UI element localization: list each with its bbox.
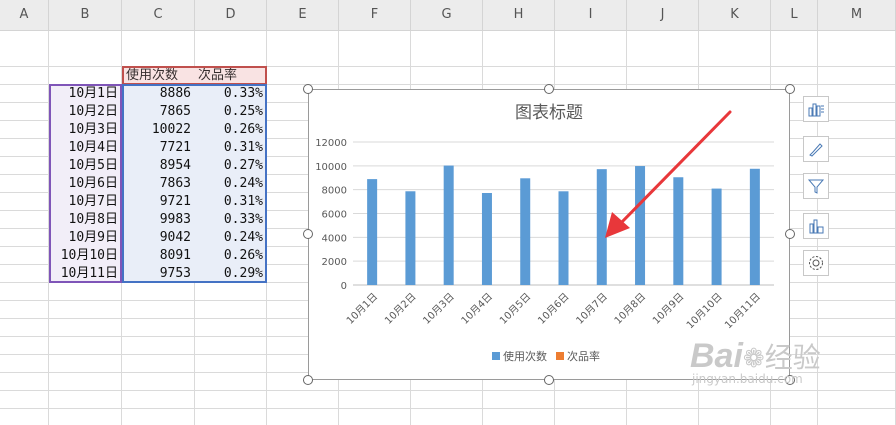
grid-line-horizontal: [0, 390, 896, 391]
resize-handle-left[interactable]: [303, 229, 313, 239]
chart-styles-button[interactable]: [803, 136, 829, 162]
x-tick-label: 10月2日: [382, 291, 418, 327]
column-header-f[interactable]: F: [339, 0, 411, 30]
bar-uses: [520, 178, 531, 285]
filter-icon: [807, 179, 825, 194]
x-tick-label: 10月8日: [612, 291, 648, 327]
legend-label: 次品率: [567, 349, 600, 363]
watermark-url: jingyan.baidu.com: [692, 372, 803, 386]
bar-uses: [711, 188, 722, 285]
bar-uses: [558, 191, 569, 285]
column-header-m[interactable]: M: [818, 0, 896, 30]
column-header-e[interactable]: E: [267, 0, 339, 30]
column-header-a[interactable]: A: [0, 0, 49, 30]
selection-date-range: [49, 84, 122, 283]
column-header-g[interactable]: G: [411, 0, 483, 30]
legend-label: 使用次数: [503, 349, 547, 363]
column-header-j[interactable]: J: [627, 0, 699, 30]
column-header-i[interactable]: I: [555, 0, 627, 30]
chart-elements-button[interactable]: [803, 96, 829, 122]
x-tick-label: 10月10日: [684, 291, 725, 332]
brush-icon: [809, 143, 823, 157]
y-tick-label: 10000: [315, 162, 347, 173]
resize-handle-top-left[interactable]: [303, 84, 313, 94]
selection-values-range: [122, 84, 267, 283]
x-tick-label: 10月5日: [497, 291, 533, 327]
watermark-brand: Bai: [690, 337, 743, 375]
bar-uses: [443, 165, 454, 285]
x-tick-label: 10月4日: [459, 291, 495, 327]
y-tick-label: 12000: [315, 138, 347, 149]
bar-uses: [481, 192, 492, 285]
baidu-watermark: Bai❁经验 jingyan.baidu.com: [690, 336, 821, 386]
x-tick-label: 10月11日: [722, 291, 763, 332]
bar-uses: [596, 169, 607, 285]
paw-icon: ❁: [742, 344, 765, 374]
y-tick-label: 6000: [322, 210, 347, 221]
bar-uses: [635, 166, 646, 285]
selection-header-range: [122, 66, 267, 85]
y-tick-label: 0: [341, 281, 347, 292]
layout-icon: [809, 219, 824, 234]
resize-handle-right[interactable]: [785, 229, 795, 239]
column-header-bar: ABCDEFGHIJKLM: [0, 0, 896, 31]
resize-handle-top[interactable]: [544, 84, 554, 94]
x-tick-label: 10月3日: [421, 291, 457, 327]
column-header-h[interactable]: H: [483, 0, 555, 30]
gear-icon: [809, 256, 823, 270]
bar-uses: [749, 168, 760, 285]
resize-handle-bottom-left[interactable]: [303, 375, 313, 385]
grid-line-horizontal: [0, 408, 896, 409]
column-header-b[interactable]: B: [49, 0, 122, 30]
x-tick-label: 10月7日: [574, 291, 610, 327]
resize-handle-bottom[interactable]: [544, 375, 554, 385]
chart-settings-button[interactable]: [803, 250, 829, 276]
chart-quick-layout-button[interactable]: [803, 213, 829, 239]
bar-uses: [673, 177, 684, 285]
watermark-brand-cn: 经验: [764, 341, 821, 374]
x-tick-label: 10月9日: [650, 291, 686, 327]
legend-swatch: [492, 352, 500, 360]
chart-title: 图表标题: [515, 103, 583, 123]
chart-elements-icon: [808, 103, 824, 117]
column-header-c[interactable]: C: [122, 0, 195, 30]
column-header-d[interactable]: D: [195, 0, 267, 30]
resize-handle-top-right[interactable]: [785, 84, 795, 94]
y-tick-label: 4000: [322, 233, 347, 244]
bar-uses: [405, 191, 416, 285]
chart-filter-button[interactable]: [803, 173, 829, 199]
y-tick-label: 2000: [322, 257, 347, 268]
bar-uses: [367, 179, 378, 285]
column-header-k[interactable]: K: [699, 0, 771, 30]
x-tick-label: 10月6日: [535, 291, 571, 327]
y-tick-label: 8000: [322, 186, 347, 197]
legend-swatch: [556, 352, 564, 360]
x-tick-label: 10月1日: [344, 291, 380, 327]
column-header-l[interactable]: L: [771, 0, 818, 30]
